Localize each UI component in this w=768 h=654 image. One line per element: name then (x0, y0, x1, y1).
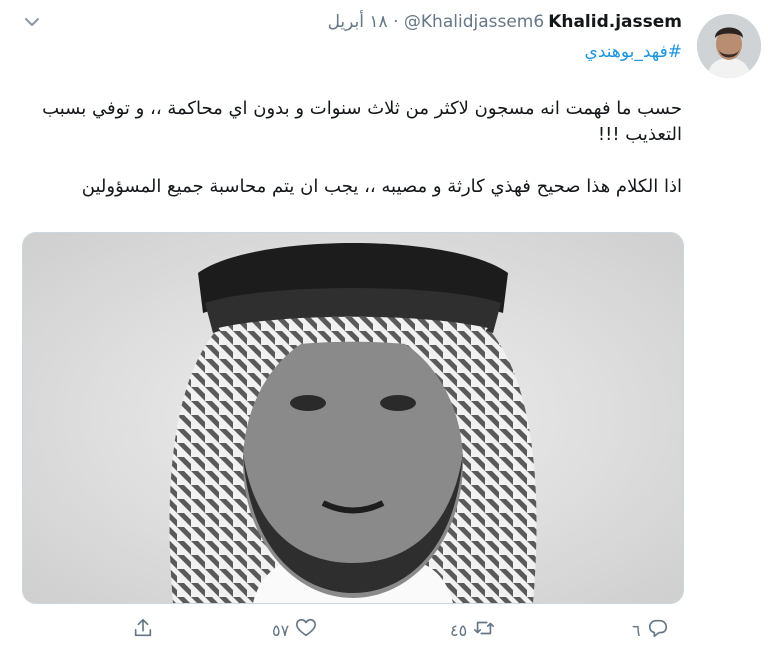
retweet-icon (473, 617, 495, 643)
header-separator: · (393, 12, 399, 32)
reply-icon (647, 617, 669, 643)
like-count: ٥٧ (272, 620, 290, 640)
tweet-actions: ٥٧ ٤٥ ٦ (0, 614, 768, 646)
like-button[interactable]: ٥٧ (272, 614, 317, 646)
retweet-count: ٤٥ (450, 620, 468, 640)
reply-button[interactable]: ٦ (632, 614, 669, 646)
reply-count: ٦ (632, 620, 641, 640)
tweet-date[interactable]: ١٨ أبريل (328, 12, 388, 32)
author-name[interactable]: Khalid.jassem (548, 12, 682, 32)
tweet-photo[interactable] (22, 232, 684, 604)
share-button[interactable] (132, 614, 154, 646)
share-icon (132, 617, 154, 643)
tweet-text: حسب ما فهمت انه مسجون لاكثر من ثلاث سنوا… (42, 98, 682, 197)
hashtag-link[interactable]: #فهد_بوهندي (585, 42, 682, 62)
tweet-card[interactable]: ١٨ أبريل · @Khalidjassem6 Khalid.jassem #… (0, 0, 768, 654)
retweet-button[interactable]: ٤٥ (450, 614, 495, 646)
heart-icon (295, 617, 317, 643)
author-handle[interactable]: @Khalidjassem6 (404, 12, 544, 32)
tweet-header: ١٨ أبريل · @Khalidjassem6 Khalid.jassem (328, 12, 682, 32)
avatar[interactable] (697, 14, 761, 78)
chevron-down-icon[interactable] (22, 12, 42, 32)
